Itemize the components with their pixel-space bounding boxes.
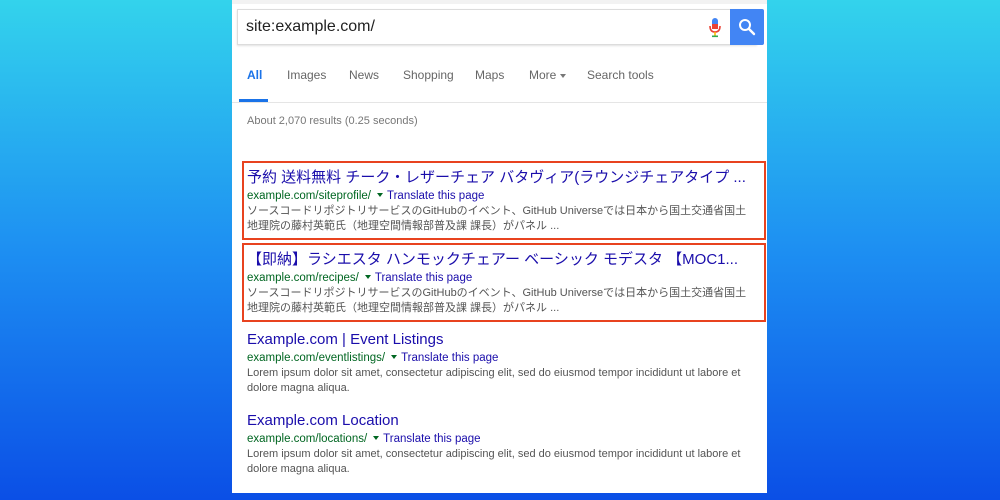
search-result: Example.com Location example.com/locatio…	[247, 411, 757, 477]
translate-link[interactable]: Translate this page	[401, 352, 498, 364]
result-snippet: ソースコードリポジトリサービスのGitHubのイベント、GitHub Unive…	[247, 287, 747, 314]
search-result: 予約 送料無料 チーク・レザーチェア バタヴィア(ラウンジチェアタイプ ... …	[242, 161, 766, 240]
tab-images[interactable]: Images	[287, 68, 326, 82]
translate-link[interactable]: Translate this page	[383, 433, 480, 445]
tab-more[interactable]: More	[529, 68, 567, 82]
result-url[interactable]: example.com/eventlistings/	[247, 352, 385, 364]
result-url[interactable]: example.com/locations/	[247, 433, 367, 445]
tab-search-tools[interactable]: Search tools	[587, 68, 654, 82]
search-results-page: site:example.com/ All Images News Shoppi…	[232, 0, 767, 493]
search-button[interactable]	[730, 9, 764, 45]
tab-all[interactable]: All	[247, 68, 262, 82]
dropdown-arrow-icon[interactable]	[364, 275, 371, 280]
tab-shopping[interactable]: Shopping	[403, 68, 454, 82]
dropdown-arrow-icon[interactable]	[377, 193, 383, 198]
translate-link[interactable]: Translate this page	[387, 190, 484, 202]
search-box[interactable]: site:example.com/	[237, 9, 764, 45]
tab-maps[interactable]: Maps	[475, 68, 504, 82]
mic-icon[interactable]	[708, 17, 722, 39]
search-tabs: All Images News Shopping Maps More Searc…	[232, 62, 767, 103]
dropdown-arrow-icon[interactable]	[391, 355, 398, 360]
result-snippet: Lorem ipsum dolor sit amet, consectetur …	[247, 367, 741, 394]
result-url-line: example.com/siteprofile/Translate this p…	[247, 188, 757, 204]
result-title-link[interactable]: Example.com Location	[247, 411, 747, 431]
search-result: 【即納】ラシエスタ ハンモックチェアー ベーシック モデスタ 【MOC1... …	[242, 243, 766, 322]
result-title-link[interactable]: Example.com | Event Listings	[247, 330, 747, 350]
result-url[interactable]: example.com/recipes/	[247, 272, 359, 284]
result-title-link[interactable]: 【即納】ラシエスタ ハンモックチェアー ベーシック モデスタ 【MOC1...	[247, 250, 747, 270]
translate-link[interactable]: Translate this page	[375, 272, 472, 284]
result-url[interactable]: example.com/siteprofile/	[247, 190, 371, 202]
tab-more-label: More	[529, 68, 557, 82]
search-result: Example.com | Event Listings example.com…	[247, 330, 757, 396]
result-url-line: example.com/locations/Translate this pag…	[247, 431, 757, 447]
dropdown-arrow-icon[interactable]	[373, 436, 380, 441]
active-tab-indicator	[239, 99, 268, 102]
tab-news[interactable]: News	[349, 68, 379, 82]
top-strip	[232, 0, 767, 4]
result-url-line: example.com/recipes/Translate this page	[247, 270, 757, 286]
result-snippet: Lorem ipsum dolor sit amet, consectetur …	[247, 448, 741, 475]
result-stats: About 2,070 results (0.25 seconds)	[247, 115, 418, 127]
result-snippet: ソースコードリポジトリサービスのGitHubのイベント、GitHub Unive…	[247, 205, 747, 232]
result-title-link[interactable]: 予約 送料無料 チーク・レザーチェア バタヴィア(ラウンジチェアタイプ ...	[247, 168, 747, 188]
chevron-down-icon	[560, 73, 567, 78]
search-input[interactable]: site:example.com/	[246, 10, 375, 44]
search-icon	[739, 19, 756, 36]
result-url-line: example.com/eventlistings/Translate this…	[247, 350, 757, 366]
